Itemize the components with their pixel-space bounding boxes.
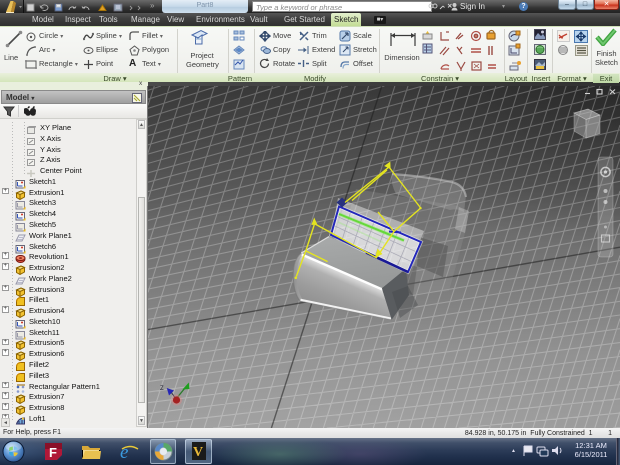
svg-text:Z: Z bbox=[160, 386, 164, 392]
svg-text:V: V bbox=[193, 445, 203, 460]
svg-text:F: F bbox=[49, 445, 57, 460]
svg-text:e: e bbox=[120, 442, 128, 462]
